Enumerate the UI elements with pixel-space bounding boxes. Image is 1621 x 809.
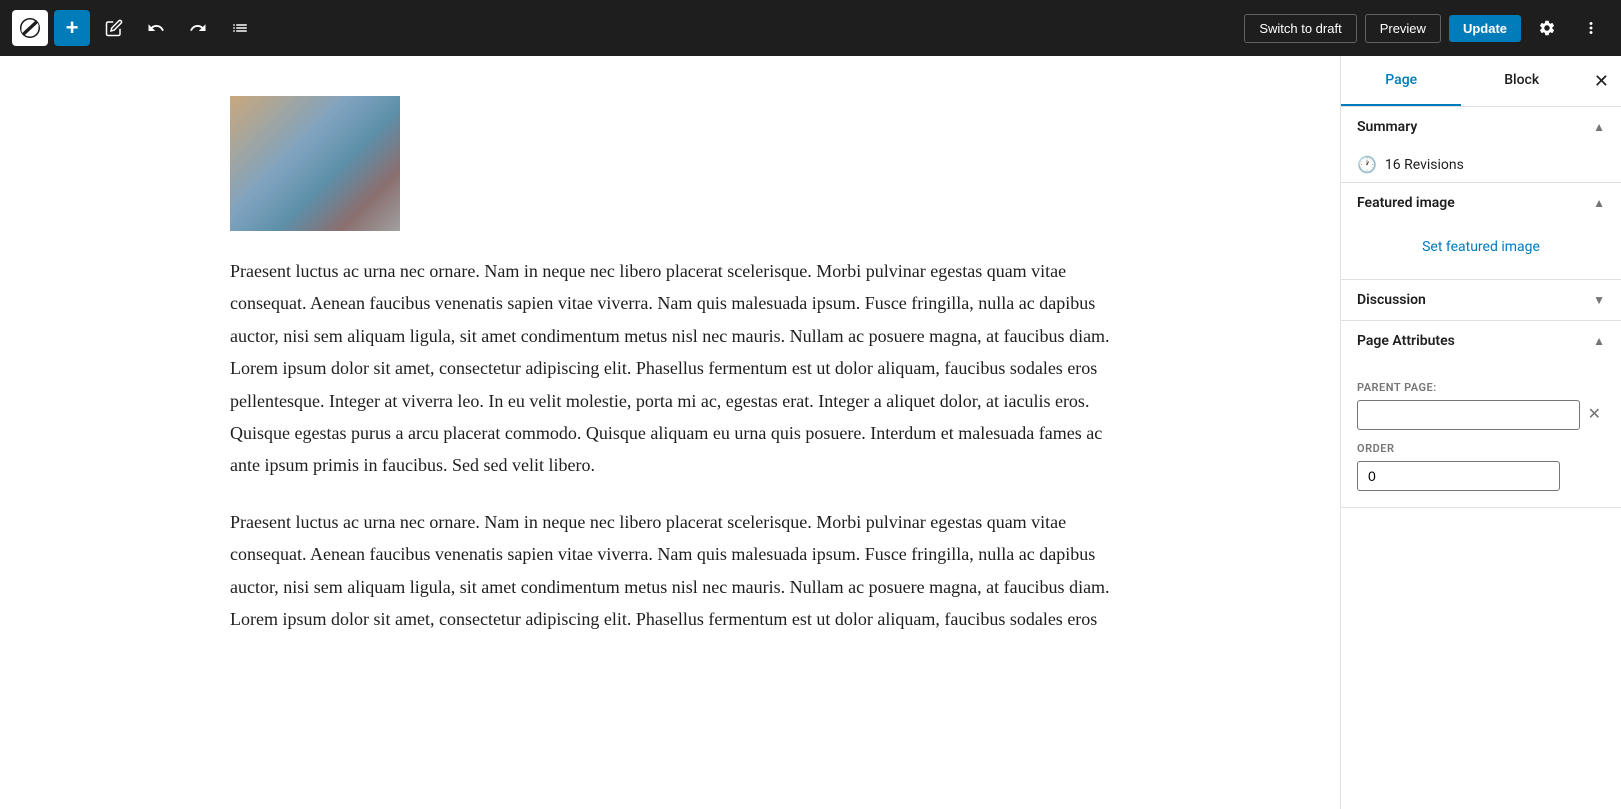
- article-text[interactable]: Praesent luctus ac urna nec ornare. Nam …: [230, 255, 1110, 635]
- discussion-chevron-icon: ▼: [1593, 293, 1605, 307]
- toolbar-right: Switch to draft Preview Update: [1244, 10, 1609, 46]
- panel-discussion-header[interactable]: Discussion ▼: [1341, 280, 1621, 320]
- revisions-clock-icon: 🕐: [1357, 155, 1377, 174]
- paragraph-2[interactable]: Praesent luctus ac urna nec ornare. Nam …: [230, 506, 1110, 636]
- page-attributes-chevron-icon: ▲: [1593, 334, 1605, 348]
- sidebar-tabs-row: Page Block ✕: [1341, 56, 1621, 107]
- parent-page-label: PARENT PAGE:: [1357, 381, 1605, 394]
- panel-page-attributes: Page Attributes ▲ PARENT PAGE: ✕ ORDER: [1341, 321, 1621, 508]
- more-options-button[interactable]: [1573, 10, 1609, 46]
- parent-page-input[interactable]: [1357, 400, 1580, 430]
- panel-featured-image-label: Featured image: [1357, 195, 1455, 211]
- panel-discussion: Discussion ▼: [1341, 280, 1621, 321]
- panel-discussion-label: Discussion: [1357, 292, 1426, 308]
- tab-page[interactable]: Page: [1341, 56, 1461, 106]
- redo-button[interactable]: [180, 10, 216, 46]
- featured-image-block: [230, 96, 1110, 231]
- editor-content: Praesent luctus ac urna nec ornare. Nam …: [190, 96, 1150, 635]
- toolbar: + Switch to draft Preview Update: [0, 0, 1621, 56]
- undo-button[interactable]: [138, 10, 174, 46]
- preview-button[interactable]: Preview: [1365, 14, 1441, 43]
- parent-page-clear-button[interactable]: ✕: [1584, 403, 1605, 427]
- panel-summary-label: Summary: [1357, 119, 1417, 135]
- panel-featured-image-content: Set featured image: [1341, 223, 1621, 279]
- panel-page-attributes-label: Page Attributes: [1357, 333, 1455, 349]
- update-button[interactable]: Update: [1449, 15, 1521, 42]
- tab-block[interactable]: Block: [1461, 56, 1581, 106]
- sidebar: Page Block ✕ Summary ▲ 🕐 16 Revisions Fe…: [1340, 56, 1621, 809]
- settings-button[interactable]: [1529, 10, 1565, 46]
- panel-page-attributes-header[interactable]: Page Attributes ▲: [1341, 321, 1621, 361]
- order-input[interactable]: [1357, 461, 1560, 491]
- sidebar-close-button[interactable]: ✕: [1582, 56, 1621, 106]
- panel-summary-header[interactable]: Summary ▲: [1341, 107, 1621, 147]
- order-label: ORDER: [1357, 442, 1605, 455]
- featured-image-chevron-icon: ▲: [1593, 196, 1605, 210]
- revisions-row[interactable]: 🕐 16 Revisions: [1341, 147, 1621, 182]
- panel-summary: Summary ▲ 🕐 16 Revisions: [1341, 107, 1621, 183]
- featured-image-thumbnail: [230, 96, 400, 231]
- set-featured-image-link[interactable]: Set featured image: [1357, 231, 1605, 263]
- list-view-button[interactable]: [222, 10, 258, 46]
- revisions-label: 16 Revisions: [1385, 157, 1464, 173]
- panel-featured-image-header[interactable]: Featured image ▲: [1341, 183, 1621, 223]
- edit-button[interactable]: [96, 10, 132, 46]
- paragraph-1[interactable]: Praesent luctus ac urna nec ornare. Nam …: [230, 255, 1110, 482]
- summary-chevron-icon: ▲: [1593, 120, 1605, 134]
- main-layout: Praesent luctus ac urna nec ornare. Nam …: [0, 56, 1621, 809]
- editor-area[interactable]: Praesent luctus ac urna nec ornare. Nam …: [0, 56, 1340, 809]
- panel-featured-image: Featured image ▲ Set featured image: [1341, 183, 1621, 280]
- panel-page-attributes-content: PARENT PAGE: ✕ ORDER: [1341, 361, 1621, 507]
- toolbar-left: +: [12, 10, 258, 46]
- parent-page-row: ✕: [1357, 400, 1605, 430]
- add-block-button[interactable]: +: [54, 10, 90, 46]
- wordpress-logo[interactable]: [12, 10, 48, 46]
- switch-to-draft-button[interactable]: Switch to draft: [1244, 14, 1356, 43]
